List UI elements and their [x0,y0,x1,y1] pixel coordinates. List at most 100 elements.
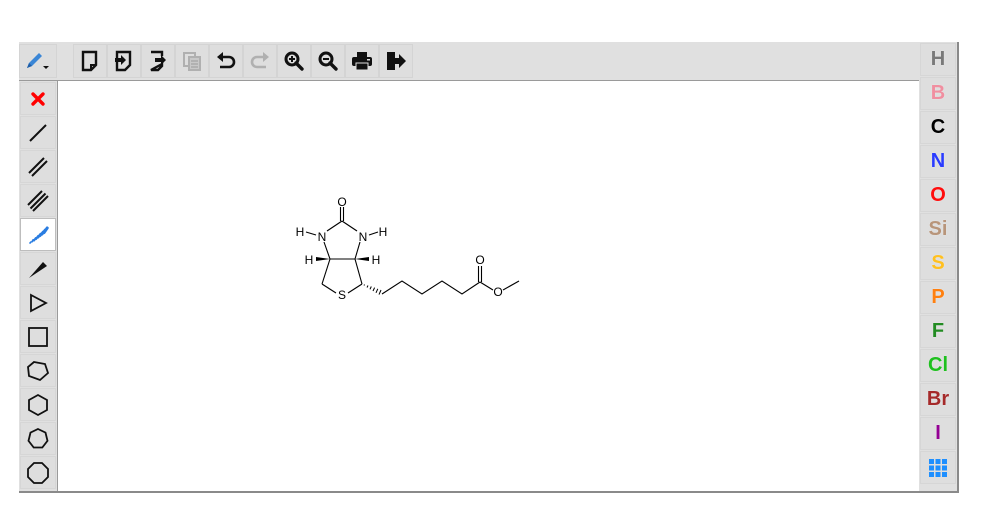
copy-button[interactable] [175,44,209,78]
element-symbol: N [930,150,946,172]
atom-h-c6a: H [372,253,381,267]
element-i-button[interactable]: I [920,417,956,450]
element-br-button[interactable]: Br [920,383,956,416]
atom-h-c3a: H [305,253,314,267]
heptagon-ring-icon [27,427,49,448]
redo-button[interactable] [243,44,277,78]
bond-c2-n3 [341,220,358,232]
exit-button[interactable] [379,44,413,78]
new-button[interactable] [73,44,107,78]
atom-n1: N [318,230,327,244]
single-bond-tool[interactable] [20,116,56,149]
new-document-icon [81,50,98,72]
atom-h-n1: H [296,225,305,239]
wedge-bond-icon [29,261,47,278]
triple-bond-icon [27,189,49,212]
atom-o-urea: O [337,195,346,209]
element-b-button[interactable]: B [920,77,956,110]
double-bond-tool[interactable] [20,150,56,183]
pencil-icon [27,53,49,69]
top-toolbar [19,42,919,81]
wedge-bond-tool[interactable] [20,252,56,285]
print-icon [352,52,372,71]
undo-icon [217,52,236,69]
save-button[interactable] [141,44,175,78]
element-symbol: F [931,320,945,342]
element-si-button[interactable]: Si [920,213,956,246]
bond-n3-c6a [354,241,361,260]
bond-n1-c3a [323,241,331,260]
bond-c3a-c6 [321,258,331,285]
bond-s-c4 [347,283,363,294]
wedge-bond-c3a-h [316,257,330,261]
zoom-in-button[interactable] [277,44,311,78]
element-f-button[interactable]: F [920,315,956,348]
molecule-editor: O N H N H H H S O O H B C N O Si S P F C… [19,42,959,493]
bond-c2-o-double [339,207,345,221]
bond-oester-ch3 [502,280,520,291]
print-button[interactable] [345,44,379,78]
delete-tool[interactable] [20,82,56,115]
wedge-bond-c6a-h [355,257,369,261]
bond-c-oester [479,281,494,291]
atom-n3: N [359,230,368,244]
double-bond-icon [28,156,48,177]
redo-icon [250,52,269,69]
element-n-button[interactable]: N [920,145,956,178]
ring-3-tool[interactable] [20,286,56,319]
element-symbol: C [930,116,946,138]
alkyl-chain [381,280,481,295]
element-h-button[interactable]: H [920,43,956,76]
element-symbol: H [930,48,946,70]
element-symbol: Si [928,218,948,240]
element-s-button[interactable]: S [920,247,956,280]
element-toolbar: H B C N O Si S P F Cl Br I [919,42,957,491]
element-symbol: Br [926,388,950,410]
hexagon-ring-icon [28,393,48,416]
bond-c4-c6a [354,258,363,285]
periodic-table-grid-icon [929,458,947,477]
bond-carbonyl-double [477,266,483,282]
element-symbol: O [930,184,946,206]
hashed-wedge-bond-icon [29,226,49,244]
import-icon [115,50,132,72]
single-bond-icon [29,123,47,142]
bond-n3-h [368,231,379,236]
copy-icon [183,52,201,71]
periodic-table-button[interactable] [920,451,956,484]
zoom-out-icon [318,51,338,71]
ring-6-tool[interactable] [20,388,56,421]
undo-button[interactable] [209,44,243,78]
bond-c6-s [321,283,337,294]
bond-n1-h [305,231,317,236]
square-ring-icon [28,326,48,347]
element-p-button[interactable]: P [920,281,956,314]
ring-8-tool[interactable] [20,456,56,489]
ring-5-tool[interactable] [20,354,56,387]
element-symbol: Cl [928,354,948,376]
element-cl-button[interactable]: Cl [920,349,956,382]
element-symbol: S [931,252,945,274]
atom-h-n3: H [379,225,388,239]
atom-s: S [338,288,346,302]
zoom-in-icon [284,51,304,71]
element-symbol: I [935,422,941,444]
ring-7-tool[interactable] [20,422,56,455]
zoom-out-button[interactable] [311,44,345,78]
exit-icon [387,52,406,70]
open-button[interactable] [107,44,141,78]
draw-mode-button[interactable] [19,44,57,78]
bond-c2-n1 [326,220,343,232]
element-o-button[interactable]: O [920,179,956,212]
octagon-ring-icon [27,461,49,484]
element-c-button[interactable]: C [920,111,956,144]
hashed-bond-tool[interactable] [20,218,56,251]
atom-o-ester: O [493,285,502,299]
ring-4-tool[interactable] [20,320,56,353]
element-symbol: B [930,82,946,104]
drawing-canvas[interactable]: O N H N H H H S O O [58,81,919,491]
triangle-ring-icon [30,293,48,312]
triple-bond-tool[interactable] [20,184,56,217]
left-toolbar [19,81,58,491]
export-icon [150,50,166,72]
